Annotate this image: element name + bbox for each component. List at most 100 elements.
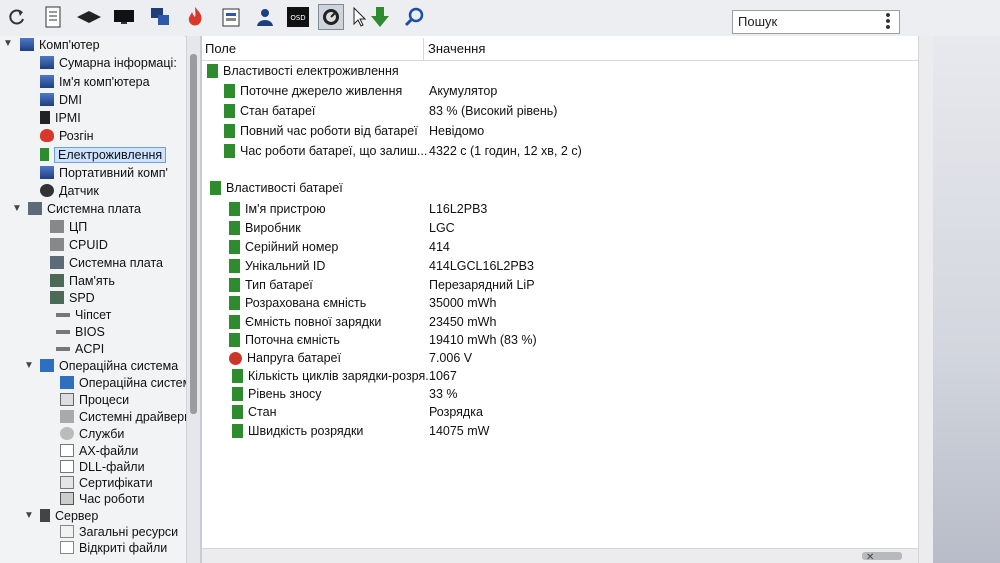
battery-icon (229, 202, 240, 216)
table-row[interactable]: Швидкість розрядки (232, 422, 363, 440)
tree-item-portable[interactable]: Портативний комп' (40, 164, 168, 181)
table-cell-value: Розрядка (429, 405, 483, 419)
table-cell-value: 7.006 V (429, 351, 473, 365)
tree-item-os-info[interactable]: Операційна система (60, 374, 198, 391)
chipset-icon (56, 329, 70, 334)
table-row[interactable]: Кількість циклів зарядки-розря... (232, 367, 436, 385)
table-row[interactable]: Виробник (229, 219, 301, 237)
tree-item-system-board[interactable]: Системна плата (50, 254, 163, 271)
tree-item-spd[interactable]: SPD (50, 289, 95, 306)
sensor-icon[interactable] (318, 4, 344, 30)
tree-item-cpu[interactable]: ЦП (50, 218, 87, 235)
monitor-icon[interactable] (111, 4, 137, 30)
device-icon[interactable] (218, 4, 244, 30)
tree-item-memory[interactable]: Пам'ять (50, 272, 115, 289)
table-row[interactable]: Поточне джерело живлення (224, 82, 402, 100)
download-icon[interactable] (367, 4, 393, 30)
flame-icon (40, 129, 54, 142)
chipset-icon (56, 346, 70, 351)
tree-item-overclock[interactable]: Розгін (40, 127, 94, 144)
table-cell-value: L16L2PB3 (429, 202, 488, 216)
tree-item-shares[interactable]: Загальні ресурси (60, 523, 178, 540)
tree-item-services[interactable]: Служби (60, 425, 124, 442)
tree-item-computer[interactable]: Комп'ютер (20, 36, 100, 53)
column-header-value[interactable]: Значення (428, 38, 918, 60)
search-input[interactable]: Пошук (732, 10, 900, 34)
group-battery-properties[interactable]: Властивості батареї (210, 179, 343, 197)
table-row[interactable]: Стан (232, 403, 276, 421)
flame-icon[interactable] (182, 4, 208, 30)
battery-icon (40, 148, 49, 161)
tree-item-drivers[interactable]: Системні драйвери (60, 408, 191, 425)
table-row[interactable]: Час роботи батареї, що залиш... (224, 142, 427, 160)
tree-item-bios[interactable]: BIOS (56, 323, 105, 340)
tree-item-uptime[interactable]: Час роботи (60, 490, 144, 507)
table-row[interactable]: Повний час роботи від батареї (224, 122, 418, 140)
osd-icon[interactable]: OSD (286, 4, 310, 30)
tree-item-processes[interactable]: Процеси (60, 391, 129, 408)
network-icon[interactable] (147, 4, 173, 30)
sensor-icon (40, 184, 54, 197)
details-panel: Поле Значення Властивості електроживленн… (202, 36, 918, 563)
table-row[interactable]: Серійний номер (229, 238, 338, 256)
collapse-arrow-icon[interactable]: ▼ (24, 510, 34, 521)
table-cell-value: 83 % (Високий рівень) (429, 104, 558, 118)
collapse-arrow-icon[interactable]: ▼ (3, 38, 13, 49)
tree-item-sensor[interactable]: Датчик (40, 182, 99, 199)
display-icon[interactable] (76, 4, 102, 30)
more-options-icon[interactable]: • • • (882, 8, 894, 35)
computer-icon (40, 93, 54, 106)
navigation-tree: ▼ Комп'ютер Сумарна інформаці: Ім'я комп… (0, 36, 198, 563)
table-row[interactable]: Тип батареї (229, 276, 313, 294)
tree-item-open-files[interactable]: Відкриті файли (60, 539, 167, 556)
horizontal-scrollbar[interactable] (202, 548, 918, 563)
refresh-icon[interactable] (4, 4, 30, 30)
computer-icon (40, 166, 54, 179)
file-icon (60, 444, 74, 457)
tree-item-summary[interactable]: Сумарна інформаці: (40, 54, 177, 71)
tree-scrollbar[interactable] (186, 36, 201, 563)
table-row[interactable]: Поточна ємність (229, 331, 340, 349)
table-cell-value: 33 % (429, 387, 458, 401)
collapse-arrow-icon[interactable]: ▼ (12, 203, 22, 214)
report-icon[interactable] (40, 4, 66, 30)
table-cell-value: 1067 (429, 369, 457, 383)
tree-item-ax-files[interactable]: AX-файли (60, 442, 138, 459)
table-row[interactable]: Унікальний ID (229, 257, 325, 275)
tree-item-dll-files[interactable]: DLL-файли (60, 458, 145, 475)
tree-item-dmi[interactable]: DMI (40, 91, 82, 108)
computer-icon (40, 75, 54, 88)
table-row[interactable]: Ім'я пристрою (229, 200, 326, 218)
details-scrollbar[interactable] (918, 36, 934, 563)
user-icon[interactable] (252, 4, 278, 30)
tree-item-cpuid[interactable]: CPUID (50, 236, 108, 253)
tree-item-computer-name[interactable]: Ім'я комп'ютера (40, 73, 150, 90)
tree-item-motherboard[interactable]: Системна плата (28, 200, 141, 217)
column-header-field[interactable]: Поле (205, 38, 424, 60)
tree-item-server[interactable]: Сервер (40, 507, 98, 524)
table-cell-value: LGC (429, 221, 455, 235)
scroll-right-icon[interactable]: ✕ (866, 552, 878, 563)
scroll-thumb[interactable] (190, 54, 197, 414)
tree-item-certificates[interactable]: Сертифікати (60, 474, 153, 491)
tree-item-acpi[interactable]: ACPI (56, 340, 104, 357)
tree-item-ipmi[interactable]: IPMI (40, 109, 81, 126)
table-row[interactable]: Рівень зносу (232, 385, 322, 403)
table-row[interactable]: Розрахована ємність (229, 294, 366, 312)
table-row[interactable]: Ємність повної зарядки (229, 313, 381, 331)
tree-item-chipset[interactable]: Чіпсет (56, 306, 111, 323)
toolbar: OSD Пошук • • • (0, 0, 1000, 37)
battery-icon (229, 315, 240, 329)
motherboard-icon (50, 256, 64, 269)
tree-item-os[interactable]: Операційна система (40, 357, 178, 374)
group-power-properties[interactable]: Властивості електроживлення (207, 62, 399, 80)
table-cell-value: 19410 mWh (83 %) (429, 333, 537, 347)
table-cell-value: 14075 mW (429, 424, 490, 438)
search-icon[interactable] (401, 4, 427, 30)
windows-icon (60, 376, 74, 389)
tree-item-power[interactable]: Електроживлення (40, 146, 167, 163)
battery-icon (229, 278, 240, 292)
table-row[interactable]: Напруга батареї (229, 349, 341, 367)
table-row[interactable]: Стан батареї (224, 102, 315, 120)
collapse-arrow-icon[interactable]: ▼ (24, 360, 34, 371)
